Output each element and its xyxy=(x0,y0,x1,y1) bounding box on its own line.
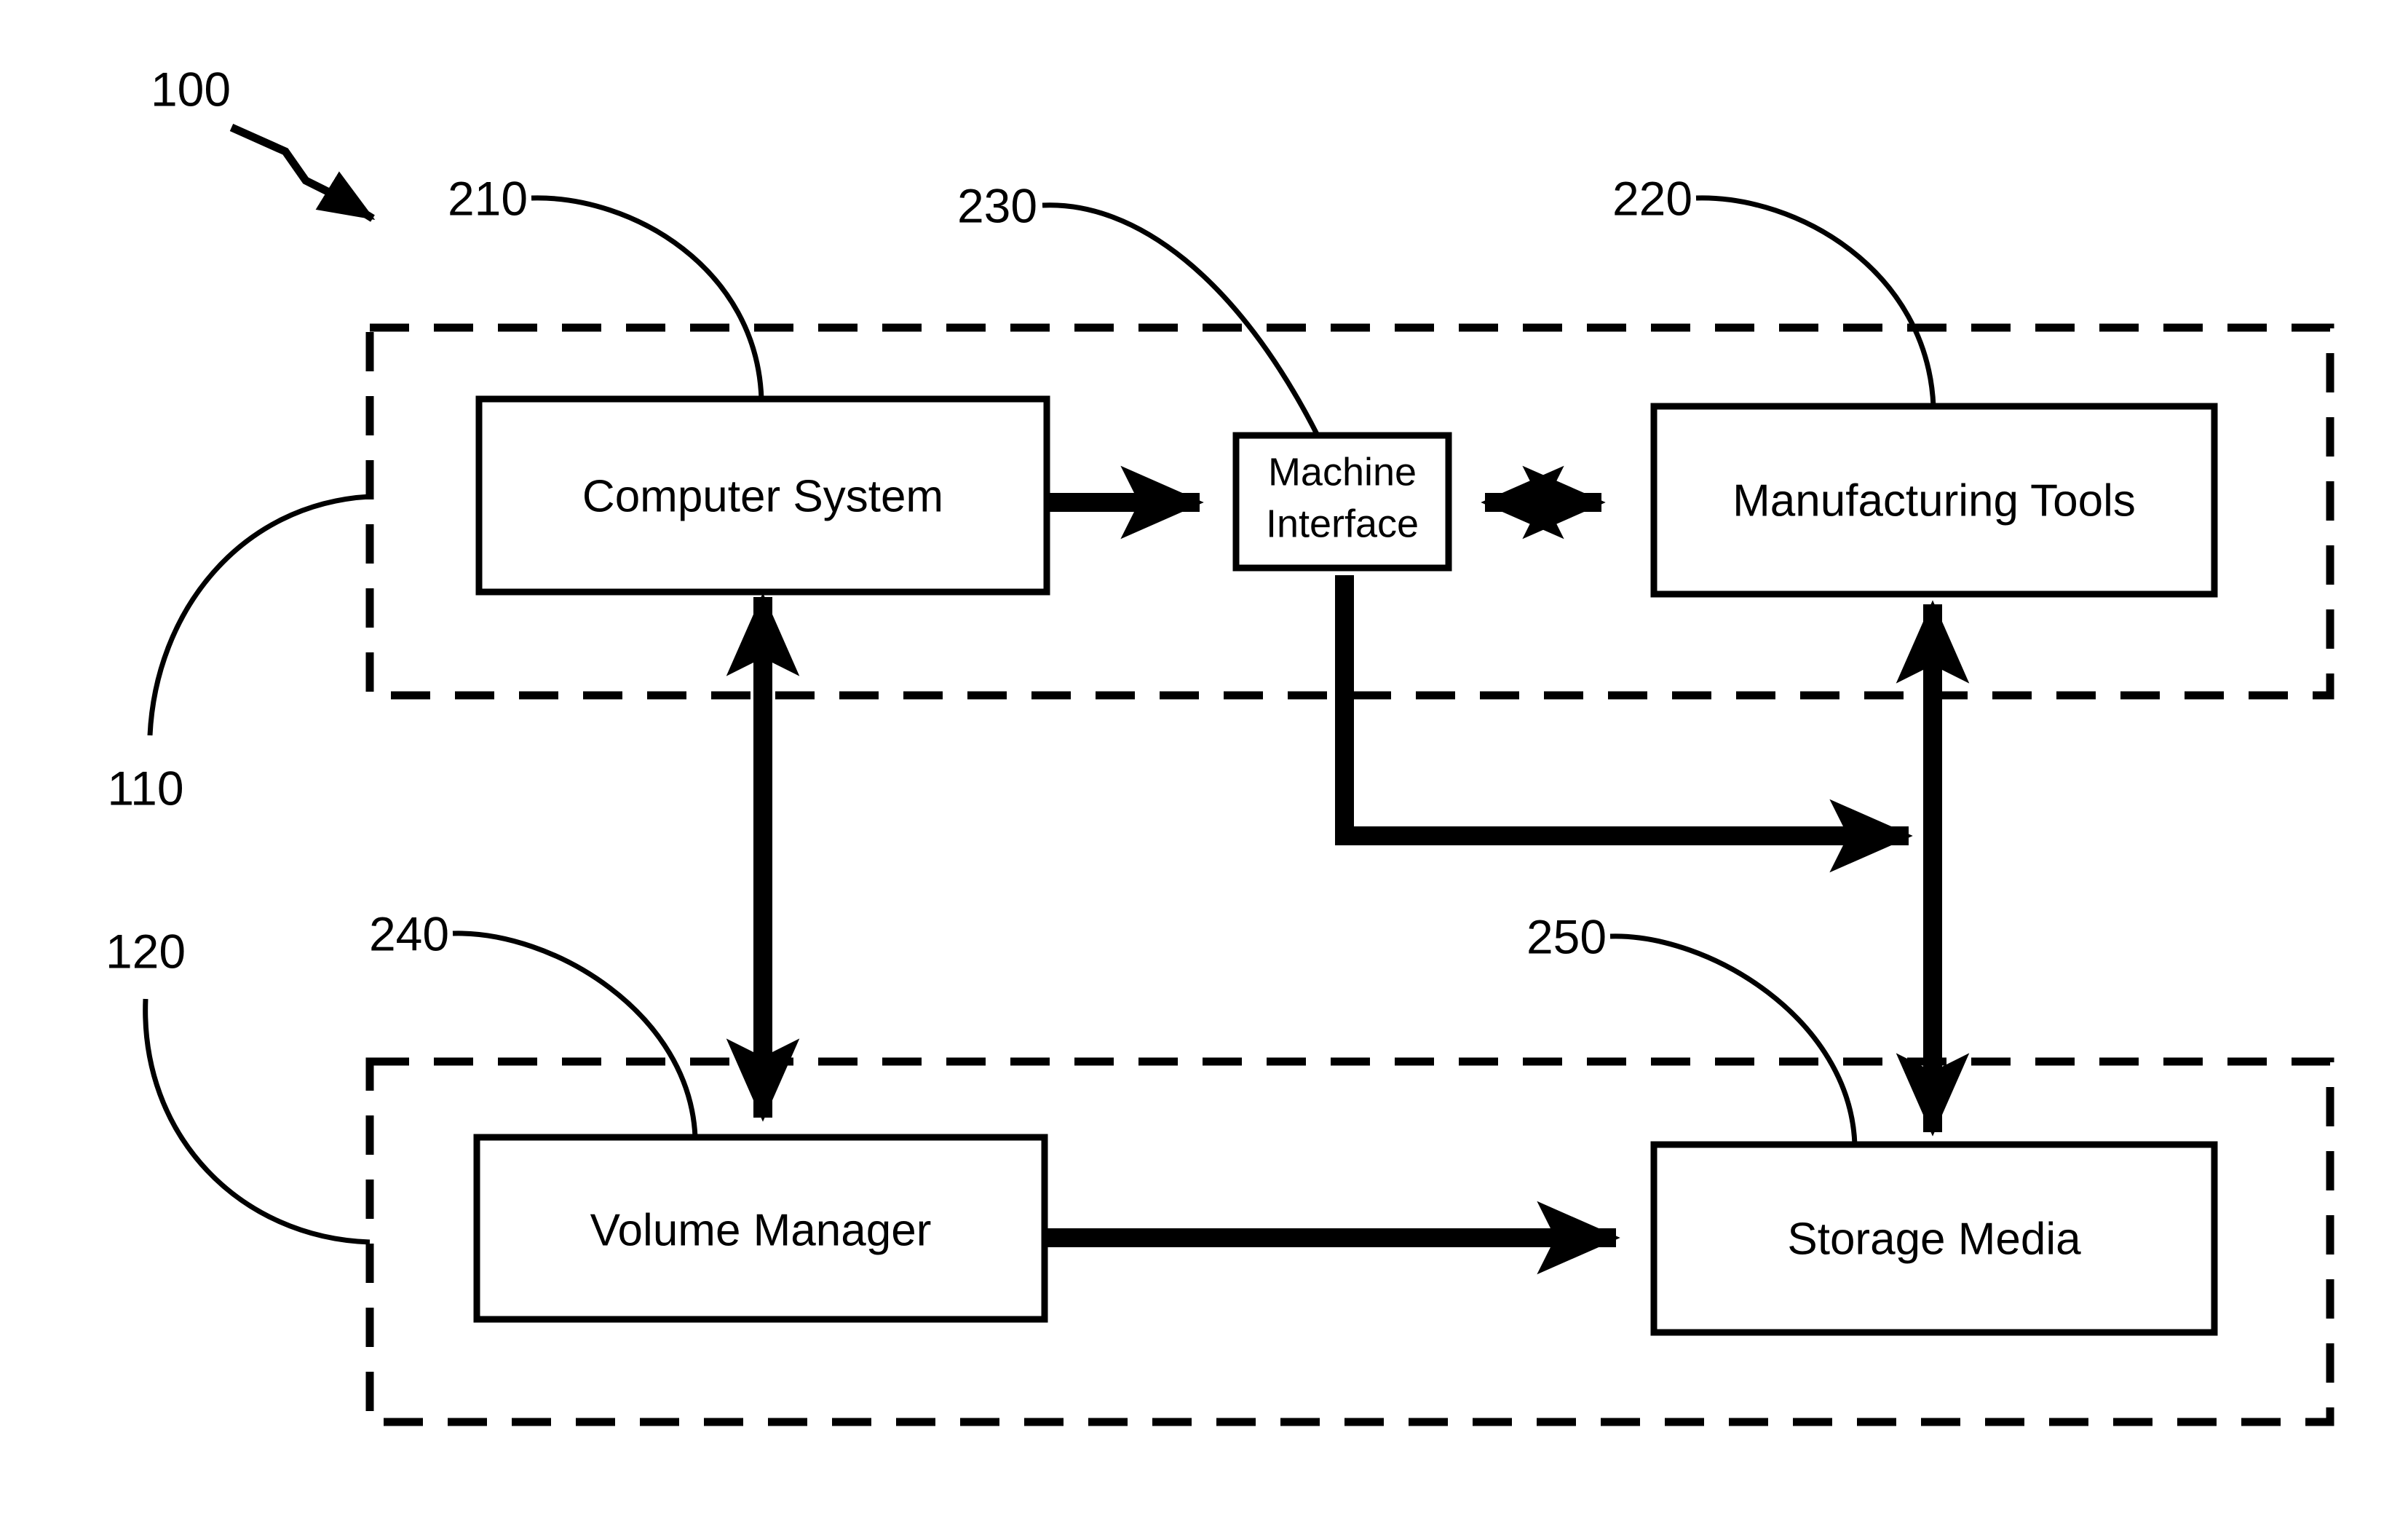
block-storage-media-label: Storage Media xyxy=(1787,1214,2081,1264)
reference-numeral-210: 210 xyxy=(448,171,528,225)
reference-numeral-230: 230 xyxy=(957,178,1037,232)
reference-numeral-100: 100 xyxy=(151,62,231,116)
reference-numeral-250: 250 xyxy=(1526,909,1607,963)
leader-line-230 xyxy=(1042,202,1320,437)
leader-line-240 xyxy=(452,931,698,1138)
reference-numeral-120: 120 xyxy=(106,924,186,978)
connector-machine-interface-elbow xyxy=(1335,575,1913,873)
block-machine-interface-label-line1: Machine xyxy=(1268,450,1417,494)
leader-line-250 xyxy=(1609,933,1858,1145)
block-computer-system[interactable]: Computer System xyxy=(475,395,1050,596)
block-manufacturing-tools-label: Manufacturing Tools xyxy=(1732,475,2136,526)
block-machine-interface-label-line2: Interface xyxy=(1266,502,1419,545)
leader-line-120 xyxy=(143,998,371,1245)
reference-numeral-220: 220 xyxy=(1612,171,1692,225)
block-manufacturing-tools[interactable]: Manufacturing Tools xyxy=(1650,403,2218,598)
leader-line-220 xyxy=(1695,195,1936,407)
block-volume-manager[interactable]: Volume Manager xyxy=(473,1134,1048,1323)
block-machine-interface[interactable]: Machine Interface xyxy=(1232,432,1452,572)
patent-figure: Computer System Machine Interface Manufa… xyxy=(0,0,2408,1529)
reference-numeral-240: 240 xyxy=(369,906,449,960)
leader-line-110 xyxy=(147,494,371,736)
reference-numeral-110: 110 xyxy=(107,761,183,815)
block-volume-manager-label: Volume Manager xyxy=(590,1205,932,1255)
block-computer-system-label: Computer System xyxy=(582,471,943,521)
leader-line-210 xyxy=(531,195,764,400)
leader-line-100 xyxy=(229,123,376,222)
block-diagram-canvas: Computer System Machine Interface Manufa… xyxy=(106,62,2334,1426)
block-storage-media[interactable]: Storage Media xyxy=(1650,1141,2218,1336)
